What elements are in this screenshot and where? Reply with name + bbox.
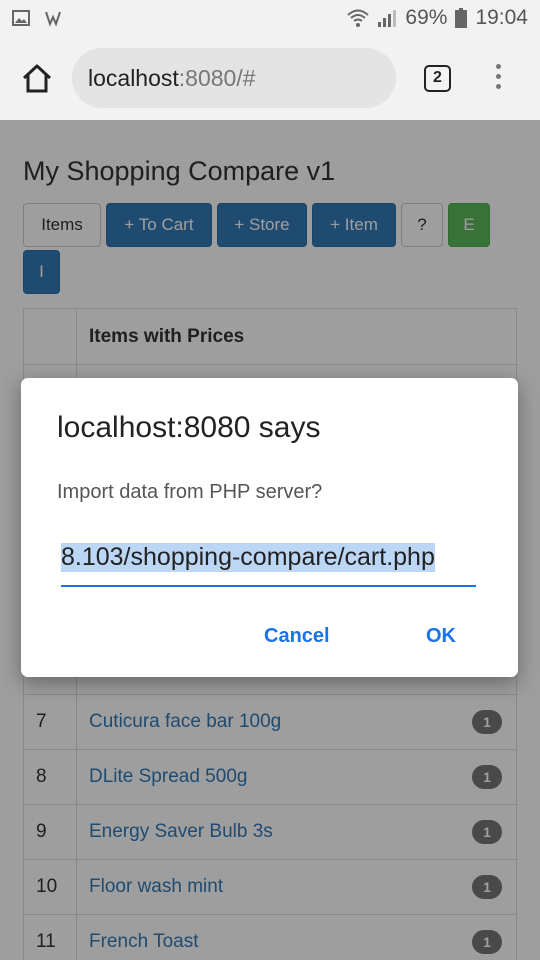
cancel-button[interactable]: Cancel [264,625,330,648]
signal-icon [378,10,397,27]
wifi-icon [347,9,370,27]
status-bar: 69% 19:04 [0,0,540,38]
dialog-message: Import data from PHP server? [57,481,323,503]
prompt-dialog: localhost:8080 says Import data from PHP… [21,378,518,677]
clock: 19:04 [475,6,528,29]
url-path: :8080/# [178,64,256,91]
battery-icon [455,8,468,28]
selected-input-text: 8.103/shopping-compare/cart.php [61,543,435,572]
ok-button[interactable]: OK [426,625,456,648]
address-bar[interactable]: localhost:8080/# [72,48,396,108]
browser-toolbar: localhost:8080/# 2 [0,38,540,120]
battery-percent: 69% [405,6,448,29]
image-notification-icon [12,10,30,26]
home-icon[interactable] [20,61,54,95]
more-menu-icon[interactable] [493,64,503,94]
dialog-title: localhost:8080 says [57,411,321,444]
url-prompt-input[interactable]: 8.103/shopping-compare/cart.php [61,543,476,587]
tab-switcher-button[interactable]: 2 [424,65,451,92]
app-notification-icon [45,11,61,27]
url-host: localhost [88,64,179,91]
